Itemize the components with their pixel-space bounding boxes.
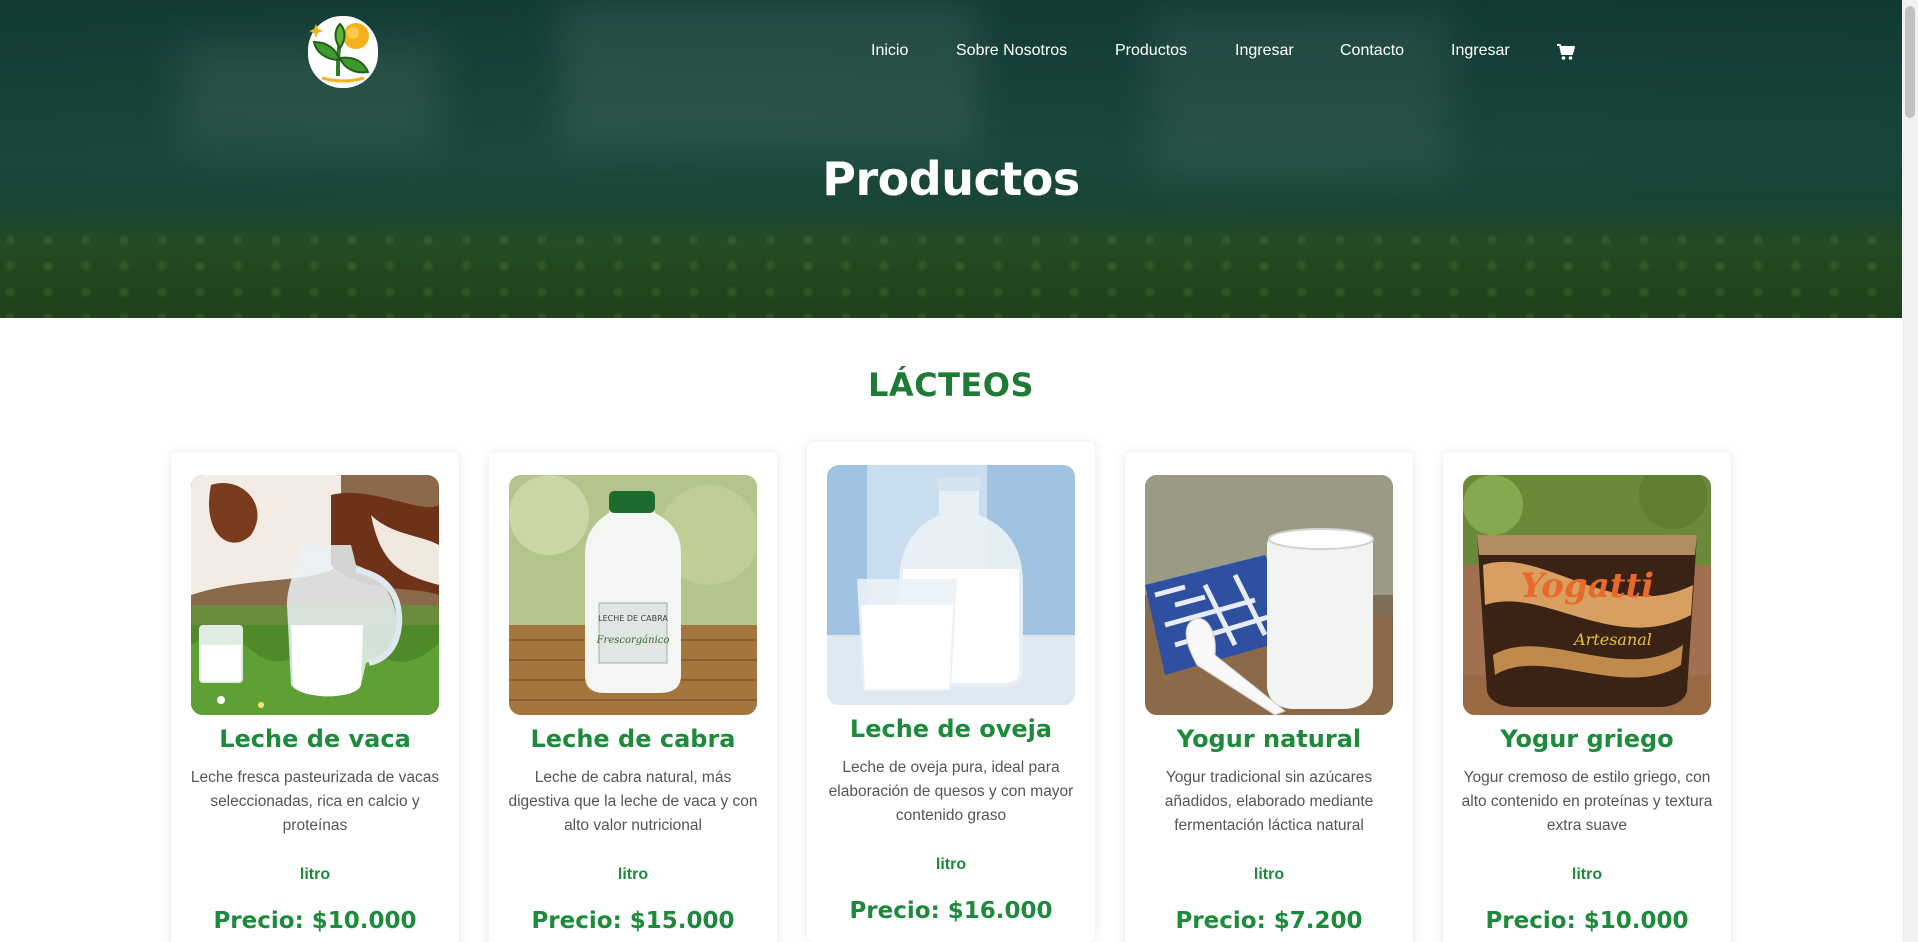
nav-item-ingresar-2[interactable]: Ingresar bbox=[1451, 42, 1510, 60]
product-card[interactable]: Leche de vaca Leche fresca pasteurizada … bbox=[171, 452, 459, 942]
tub-brand-text: Yogatti bbox=[1520, 566, 1654, 606]
nav-item-productos[interactable]: Productos bbox=[1115, 42, 1187, 60]
tub-sub-text: Artesanal bbox=[1572, 630, 1652, 649]
main-nav: Inicio Sobre Nosotros Productos Ingresar… bbox=[0, 42, 1902, 66]
product-image bbox=[827, 465, 1075, 705]
product-image bbox=[1145, 475, 1393, 715]
product-description: Leche fresca pasteurizada de vacas selec… bbox=[190, 769, 440, 834]
product-name: Yogur griego bbox=[1500, 725, 1674, 753]
hero-bg-blur bbox=[560, 0, 980, 150]
product-description: Leche de oveja pura, ideal para elaborac… bbox=[828, 759, 1074, 824]
product-price: Precio: $7.200 bbox=[1175, 908, 1363, 934]
product-unit: litro bbox=[299, 866, 331, 883]
page-scrollbar[interactable] bbox=[1902, 0, 1918, 942]
product-card[interactable]: Yogatti Artesanal Yogur griego Yogur cre… bbox=[1443, 452, 1731, 942]
bottle-brand-text: Frescorgánico bbox=[596, 635, 670, 646]
product-price: Precio: $15.000 bbox=[531, 908, 735, 934]
section-title: LÁCTEOS bbox=[867, 366, 1035, 404]
product-image bbox=[191, 475, 439, 715]
nav-item-contacto[interactable]: Contacto bbox=[1340, 42, 1404, 60]
product-description: Leche de cabra natural, más digestiva qu… bbox=[508, 769, 758, 834]
hero-banner: Inicio Sobre Nosotros Productos Ingresar… bbox=[0, 0, 1902, 318]
shopping-cart-icon[interactable] bbox=[1556, 43, 1576, 61]
product-unit: litro bbox=[617, 866, 649, 883]
product-name: Yogur natural bbox=[1176, 725, 1362, 753]
bottle-label-text: LECHE DE CABRA bbox=[598, 614, 668, 623]
product-image: LECHE DE CABRA Frescorgánico bbox=[509, 475, 757, 715]
product-card[interactable]: LECHE DE CABRA Frescorgánico Leche de ca… bbox=[489, 452, 777, 942]
product-price: Precio: $10.000 bbox=[1485, 908, 1689, 934]
nav-item-sobre-nosotros[interactable]: Sobre Nosotros bbox=[956, 42, 1067, 60]
product-name: Leche de oveja bbox=[849, 715, 1053, 743]
product-price: Precio: $16.000 bbox=[849, 898, 1053, 924]
product-unit: litro bbox=[1253, 866, 1285, 883]
product-card[interactable]: Yogur natural Yogur tradicional sin azúc… bbox=[1125, 452, 1413, 942]
product-image: Yogatti Artesanal bbox=[1463, 475, 1711, 715]
page-title: Productos bbox=[822, 152, 1080, 206]
nav-item-inicio[interactable]: Inicio bbox=[871, 42, 908, 60]
product-card[interactable]: Leche de oveja Leche de oveja pura, idea… bbox=[807, 442, 1095, 942]
product-description: Yogur cremoso de estilo griego, con alto… bbox=[1461, 769, 1713, 834]
product-name: Leche de cabra bbox=[530, 725, 736, 753]
hero-bg-grass-texture bbox=[0, 230, 1902, 318]
product-price: Precio: $10.000 bbox=[213, 908, 417, 934]
product-name: Leche de vaca bbox=[219, 725, 411, 753]
scrollbar-thumb[interactable] bbox=[1905, 6, 1915, 118]
product-description: Yogur tradicional sin azúcares añadidos,… bbox=[1164, 769, 1374, 834]
product-unit: litro bbox=[1571, 866, 1603, 883]
nav-item-ingresar[interactable]: Ingresar bbox=[1235, 42, 1294, 60]
product-unit: litro bbox=[935, 856, 967, 873]
